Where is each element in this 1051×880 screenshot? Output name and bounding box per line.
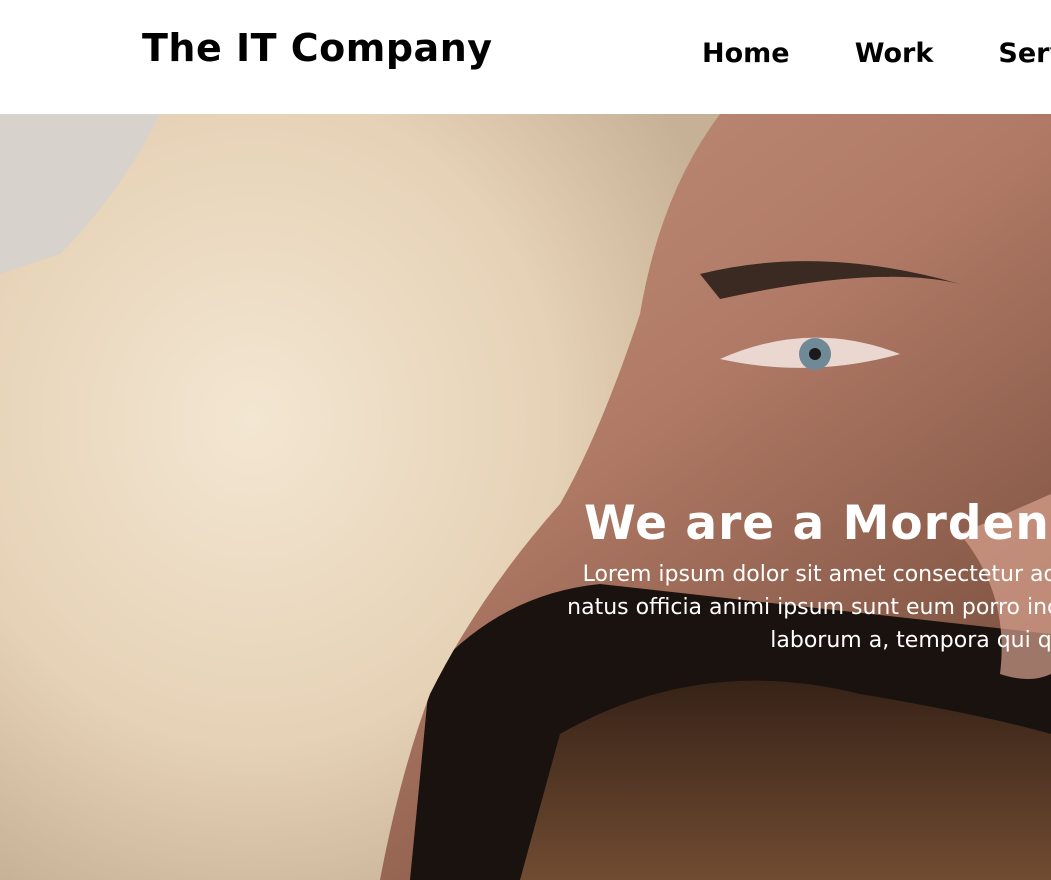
site-logo[interactable]: The IT Company	[142, 26, 493, 70]
site-header: The IT Company Home Work Servic	[0, 0, 1051, 114]
nav-services-link[interactable]: Servic	[998, 38, 1051, 69]
hero-description: Lorem ipsum dolor sit amet consectetur a…	[491, 558, 1051, 657]
hero-line: laborum a, tempora qui q	[770, 628, 1051, 653]
hero-section: We are a Morden I Lorem ipsum dolor sit …	[0, 114, 1051, 880]
nav-home-link[interactable]: Home	[702, 38, 790, 69]
nav-work-link[interactable]: Work	[855, 38, 934, 69]
main-nav: Home Work Servic	[702, 38, 1051, 69]
hero-title: We are a Morden I	[584, 496, 1051, 551]
hero-line: Lorem ipsum dolor sit amet consectetur a…	[582, 562, 1051, 587]
hero-line: natus officia animi ipsum sunt eum porro…	[567, 595, 1051, 620]
